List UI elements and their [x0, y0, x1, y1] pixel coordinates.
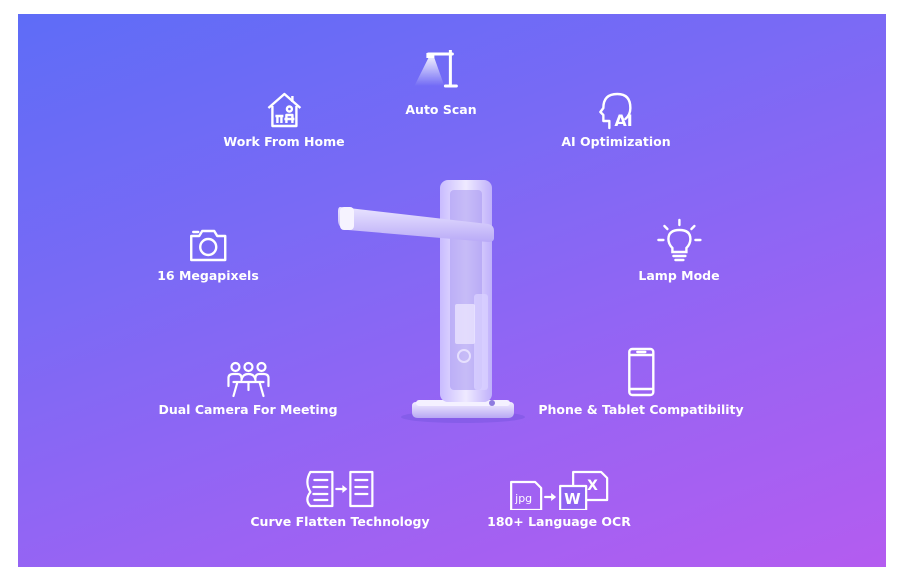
light-bulb-icon	[656, 218, 702, 262]
feature-ocr: jpg X W 180+ Language OCR	[487, 466, 631, 529]
home-desk-icon	[267, 92, 301, 128]
feature-label: 180+ Language OCR	[487, 514, 631, 529]
feature-megapixels: 16 Megapixels	[157, 226, 259, 283]
jpg-to-word-icon: jpg X W	[509, 470, 609, 510]
x-text: X	[587, 478, 598, 494]
camera-icon	[189, 229, 227, 262]
feature-label: Phone & Tablet Compatibility	[538, 402, 744, 417]
feature-label: Auto Scan	[405, 102, 477, 117]
document-flatten-icon	[305, 470, 374, 508]
w-text: W	[564, 490, 581, 508]
feature-label: Dual Camera For Meeting	[158, 402, 338, 417]
phone-icon	[627, 347, 655, 397]
feature-dual-camera: Dual Camera For Meeting	[158, 360, 338, 417]
svg-text:AI: AI	[614, 111, 632, 130]
feature-auto-scan: Auto Scan	[405, 46, 477, 117]
feature-curve-flatten: Curve Flatten Technology	[250, 468, 430, 529]
feature-label: Lamp Mode	[638, 268, 720, 283]
feature-label: Work From Home	[223, 134, 345, 149]
jpg-text: jpg	[514, 492, 532, 505]
feature-work-from-home: Work From Home	[223, 90, 345, 149]
desk-lamp-scan-icon	[413, 50, 458, 88]
feature-lamp-mode: Lamp Mode	[638, 218, 720, 283]
feature-label: 16 Megapixels	[157, 268, 259, 283]
feature-ai-optimization: AI AI Optimization	[561, 90, 671, 149]
feature-phone-tablet: Phone & Tablet Compatibility	[538, 346, 744, 417]
feature-banner: Auto Scan Work From Home AI AI Optimizat…	[18, 14, 886, 567]
meeting-people-icon	[226, 361, 270, 398]
feature-label: Curve Flatten Technology	[250, 514, 430, 529]
feature-label: AI Optimization	[561, 134, 671, 149]
ai-head-icon: AI	[598, 92, 632, 130]
